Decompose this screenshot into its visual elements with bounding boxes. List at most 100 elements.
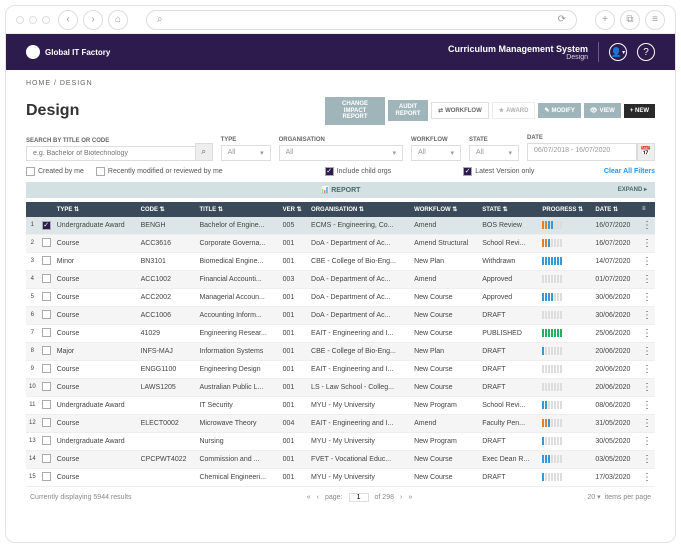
- user-menu[interactable]: 👤▾: [609, 43, 627, 61]
- progress-bar: [542, 419, 589, 427]
- row-checkbox[interactable]: [42, 400, 51, 409]
- search-button[interactable]: ⌕: [195, 143, 213, 161]
- row-menu[interactable]: ⋮: [639, 306, 655, 324]
- home-button[interactable]: ⌂: [108, 10, 128, 30]
- search-input[interactable]: [26, 146, 213, 161]
- org-select[interactable]: All▾: [279, 145, 403, 161]
- row-menu[interactable]: ⋮: [639, 324, 655, 342]
- expand-link[interactable]: EXPAND ▸: [618, 186, 647, 193]
- refresh-icon[interactable]: ⟳: [558, 14, 566, 25]
- row-checkbox[interactable]: [42, 274, 51, 283]
- col-header[interactable]: TITLE ⇅: [196, 202, 279, 217]
- logo[interactable]: Global IT Factory: [26, 45, 110, 59]
- date-input[interactable]: 06/07/2018 - 16/07/2020: [527, 143, 637, 161]
- page-title: Design: [26, 102, 79, 120]
- page-last[interactable]: »: [408, 494, 412, 501]
- table-row[interactable]: 4CourseACC1002Financial Accounti...003Do…: [26, 270, 655, 288]
- table-row[interactable]: 6CourseACC1006Accounting Inform...001DoA…: [26, 306, 655, 324]
- table-row[interactable]: 11Undergraduate AwardIT Security001MYU -…: [26, 396, 655, 414]
- modify-button[interactable]: ✎MODIFY: [538, 103, 580, 118]
- row-menu[interactable]: ⋮: [639, 288, 655, 306]
- chart-icon: 📊: [321, 187, 330, 194]
- tabs-button[interactable]: ⧉: [620, 10, 640, 30]
- row-checkbox[interactable]: [42, 436, 51, 445]
- row-checkbox[interactable]: [42, 328, 51, 337]
- back-button[interactable]: ‹: [58, 10, 78, 30]
- workflow-button[interactable]: ⇄WORKFLOW: [431, 102, 489, 119]
- per-page-select[interactable]: 20 ▾: [587, 493, 600, 501]
- change-impact-button[interactable]: CHANGE IMPACT REPORT: [325, 97, 385, 125]
- workflow-select[interactable]: All▾: [411, 145, 461, 161]
- row-menu[interactable]: ⋮: [639, 217, 655, 235]
- row-menu[interactable]: ⋮: [639, 342, 655, 360]
- award-button[interactable]: ★AWARD: [492, 102, 536, 119]
- col-header[interactable]: PROGRESS ⇅: [539, 202, 592, 217]
- row-menu[interactable]: ⋮: [639, 396, 655, 414]
- row-checkbox[interactable]: [42, 292, 51, 301]
- row-checkbox[interactable]: [42, 382, 51, 391]
- row-checkbox[interactable]: [42, 454, 51, 463]
- row-checkbox[interactable]: [42, 418, 51, 427]
- row-menu[interactable]: ⋮: [639, 252, 655, 270]
- table-row[interactable]: 8MajorINFS-MAJInformation Systems001CBE …: [26, 342, 655, 360]
- col-header[interactable]: CODE ⇅: [138, 202, 197, 217]
- type-select[interactable]: All▾: [221, 145, 271, 161]
- table-row[interactable]: 9CourseENGG1100Engineering Design001EAIT…: [26, 360, 655, 378]
- row-menu[interactable]: ⋮: [639, 270, 655, 288]
- recently-modified-checkbox[interactable]: [96, 167, 105, 176]
- calendar-button[interactable]: 📅: [637, 143, 655, 161]
- menu-button[interactable]: ≡: [645, 10, 665, 30]
- help-button[interactable]: ?: [637, 43, 655, 61]
- row-checkbox[interactable]: [42, 364, 51, 373]
- row-menu[interactable]: ⋮: [639, 360, 655, 378]
- table-row[interactable]: 5CourseACC2002Managerial Accoun...001DoA…: [26, 288, 655, 306]
- row-checkbox[interactable]: ✓: [42, 221, 51, 230]
- forward-button[interactable]: ›: [83, 10, 103, 30]
- new-button[interactable]: + NEW: [624, 104, 655, 118]
- page-first[interactable]: «: [307, 494, 311, 501]
- row-menu[interactable]: ⋮: [639, 432, 655, 450]
- table-row[interactable]: 12CourseELECT0002Microwave Theory004EAIT…: [26, 414, 655, 432]
- latest-version-checkbox[interactable]: ✓: [463, 167, 472, 176]
- recently-modified-label: Recently modified or reviewed by me: [108, 168, 223, 175]
- col-header[interactable]: TYPE ⇅: [54, 202, 138, 217]
- table-row[interactable]: 2CourseACC3616Corporate Governa...001DoA…: [26, 234, 655, 252]
- view-button[interactable]: 👁VIEW: [584, 103, 621, 118]
- table-row[interactable]: 15CourseChemical Engineeri...001MYU - My…: [26, 468, 655, 486]
- row-menu[interactable]: ⋮: [639, 378, 655, 396]
- row-checkbox[interactable]: [42, 346, 51, 355]
- col-header[interactable]: STATE ⇅: [479, 202, 539, 217]
- row-menu[interactable]: ⋮: [639, 414, 655, 432]
- row-menu[interactable]: ⋮: [639, 234, 655, 252]
- add-tab-button[interactable]: +: [595, 10, 615, 30]
- page-input[interactable]: [349, 493, 369, 502]
- progress-bar: [542, 329, 589, 337]
- table-row[interactable]: 13Undergraduate AwardNursing001MYU - My …: [26, 432, 655, 450]
- report-bar[interactable]: 📊 REPORTEXPAND ▸: [26, 182, 655, 198]
- audit-report-button[interactable]: AUDIT REPORT: [388, 100, 428, 121]
- clear-filters-link[interactable]: Clear All Filters: [604, 168, 655, 175]
- table-row[interactable]: 1✓Undergraduate AwardBENGHBachelor of En…: [26, 217, 655, 235]
- col-header[interactable]: ORGANISATION ⇅: [308, 202, 411, 217]
- include-child-checkbox[interactable]: ✓: [325, 167, 334, 176]
- created-by-me-checkbox[interactable]: [26, 167, 35, 176]
- row-menu[interactable]: ⋮: [639, 450, 655, 468]
- row-checkbox[interactable]: [42, 256, 51, 265]
- page-prev[interactable]: ‹: [317, 494, 319, 501]
- col-header[interactable]: WORKFLOW ⇅: [411, 202, 479, 217]
- row-checkbox[interactable]: [42, 472, 51, 481]
- table-row[interactable]: 7Course41029Engineering Resear...001EAIT…: [26, 324, 655, 342]
- table-row[interactable]: 3MinorBN3101Biomedical Engine...001CBE -…: [26, 252, 655, 270]
- menu-header[interactable]: ≡: [639, 202, 655, 217]
- url-bar[interactable]: ⌕⟳: [146, 10, 577, 30]
- state-select[interactable]: All▾: [469, 145, 519, 161]
- col-header[interactable]: DATE ⇅: [592, 202, 639, 217]
- col-header[interactable]: VER ⇅: [280, 202, 308, 217]
- row-checkbox[interactable]: [42, 310, 51, 319]
- row-menu[interactable]: ⋮: [639, 468, 655, 486]
- breadcrumb[interactable]: HOME / DESIGN: [26, 80, 655, 87]
- page-next[interactable]: ›: [400, 494, 402, 501]
- table-row[interactable]: 14CourseCPCPWT4022Commission and ...001F…: [26, 450, 655, 468]
- row-checkbox[interactable]: [42, 238, 51, 247]
- table-row[interactable]: 10CourseLAWS1205Australian Public L...00…: [26, 378, 655, 396]
